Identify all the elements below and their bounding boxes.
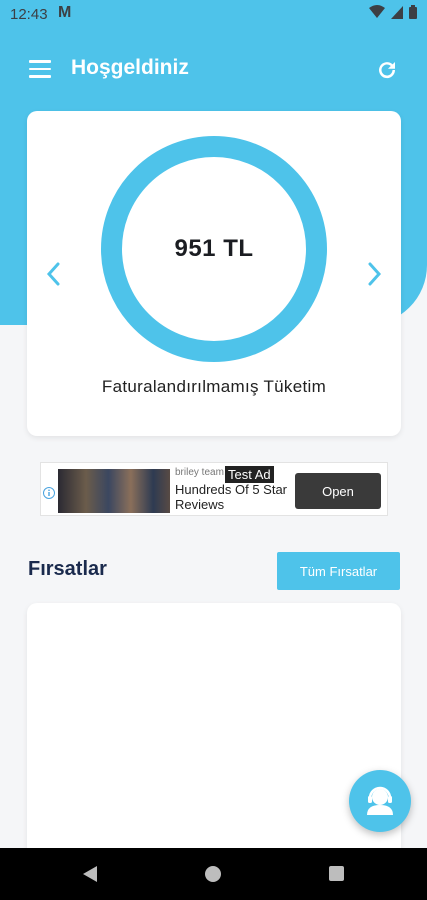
consumption-label: Faturalandırılmamış Tüketim xyxy=(101,377,327,396)
refresh-icon[interactable] xyxy=(375,58,399,82)
system-nav-bar xyxy=(0,848,427,900)
consumption-amount: 951 TL xyxy=(174,235,254,262)
ad-open-button[interactable]: Open xyxy=(295,473,381,509)
ad-advertiser: briley team xyxy=(175,467,224,478)
battery-icon xyxy=(409,5,417,19)
support-button[interactable] xyxy=(349,770,411,832)
app-bar: Hoşgeldiniz xyxy=(0,50,427,90)
deals-title: Fırsatlar xyxy=(28,558,107,580)
consumption-ring: 951 TL xyxy=(101,136,327,362)
gmail-notification-icon: M xyxy=(58,4,72,21)
signal-icon xyxy=(391,5,403,19)
chevron-left-icon[interactable] xyxy=(44,261,64,287)
wifi-icon xyxy=(369,5,385,18)
page-title: Hoşgeldiniz xyxy=(71,56,189,79)
home-icon[interactable] xyxy=(205,866,221,882)
status-time: 12:43 xyxy=(10,6,48,23)
chevron-right-icon[interactable] xyxy=(364,261,384,287)
ad-info-icon[interactable] xyxy=(43,487,55,499)
consumption-card: 951 TL Faturalandırılmamış Tüketim xyxy=(27,111,401,436)
ad-banner[interactable]: briley team Test Ad Hundreds Of 5 Star R… xyxy=(40,462,388,516)
support-agent-icon xyxy=(367,786,393,815)
menu-icon[interactable] xyxy=(29,60,51,78)
all-deals-button[interactable]: Tüm Fırsatlar xyxy=(277,552,400,590)
back-icon[interactable] xyxy=(82,865,98,883)
recents-icon[interactable] xyxy=(329,866,344,881)
ad-test-label: Test Ad xyxy=(225,466,274,483)
status-bar: 12:43 M xyxy=(0,0,427,30)
deals-card xyxy=(27,603,401,863)
ad-image[interactable] xyxy=(58,469,170,513)
